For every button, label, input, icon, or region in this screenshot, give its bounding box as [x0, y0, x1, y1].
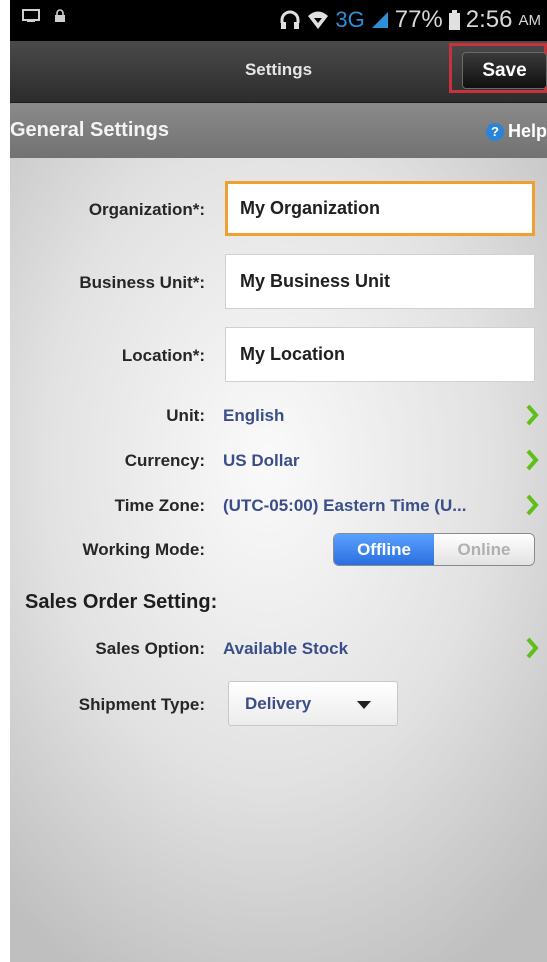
- timezone-chevron-icon[interactable]: [525, 494, 539, 516]
- network-type: 3G: [335, 7, 365, 32]
- sales-option-chevron-icon[interactable]: [525, 637, 539, 659]
- currency-label: Currency:: [124, 451, 205, 470]
- clock-ampm: AM: [518, 11, 542, 29]
- business-unit-label: Business Unit*:: [79, 273, 205, 292]
- unit-chevron-icon[interactable]: [525, 404, 539, 426]
- location-field[interactable]: My Location: [225, 327, 535, 382]
- shipment-type-select[interactable]: Delivery: [228, 681, 398, 726]
- unit-label: Unit:: [166, 406, 205, 425]
- organization-field[interactable]: My Organization: [225, 181, 535, 236]
- battery-icon: [448, 10, 460, 30]
- signal-icon: [371, 12, 388, 28]
- offline-option[interactable]: Offline: [334, 534, 434, 565]
- lock-icon: [55, 9, 65, 22]
- help-icon: ?: [485, 122, 504, 141]
- screen-icon: [22, 9, 40, 22]
- chevron-down-icon: [357, 701, 371, 709]
- location-label: Location*:: [121, 346, 205, 365]
- help-label: Help: [507, 121, 547, 141]
- online-option[interactable]: Online: [434, 534, 534, 565]
- unit-value[interactable]: English: [223, 406, 284, 426]
- screen: 3G 77% 2:56 AM Settings Save General Set…: [10, 0, 547, 962]
- save-button[interactable]: Save: [462, 52, 547, 89]
- timezone-label: Time Zone:: [114, 496, 205, 515]
- working-mode-label: Working Mode:: [82, 540, 205, 559]
- status-right: 3G 77% 2:56 AM: [279, 6, 541, 34]
- working-mode-toggle[interactable]: Offline Online: [333, 533, 535, 566]
- general-settings-header: General Settings ? Help: [10, 103, 547, 158]
- status-bar: 3G 77% 2:56 AM: [10, 0, 547, 41]
- business-unit-field[interactable]: My Business Unit: [225, 254, 535, 309]
- clock: 2:56: [465, 6, 513, 33]
- help-button[interactable]: ? Help: [485, 121, 547, 142]
- sales-order-heading: Sales Order Setting:: [25, 591, 218, 613]
- shipment-type-value: Delivery: [245, 694, 312, 713]
- currency-chevron-icon[interactable]: [525, 449, 539, 471]
- wifi-icon: [308, 11, 329, 29]
- shipment-type-label: Shipment Type:: [78, 695, 205, 714]
- currency-value[interactable]: US Dollar: [223, 451, 300, 471]
- sales-option-value[interactable]: Available Stock: [223, 639, 348, 659]
- headset-icon: [280, 10, 300, 29]
- section-title: General Settings: [10, 119, 169, 141]
- battery-percent: 77%: [394, 6, 443, 33]
- sales-option-label: Sales Option:: [95, 639, 205, 658]
- timezone-value[interactable]: (UTC-05:00) Eastern Time (U...: [223, 496, 466, 516]
- organization-label: Organization*:: [88, 200, 205, 219]
- status-left-icons: [22, 9, 66, 23]
